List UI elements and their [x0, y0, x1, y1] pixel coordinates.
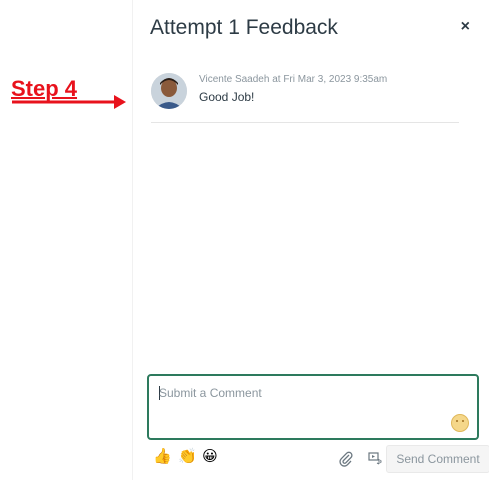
comment-box — [147, 374, 479, 440]
feedback-panel: Attempt 1 Feedback × Vicente Saadeh at F… — [132, 0, 489, 480]
panel-title: Attempt 1 Feedback — [150, 16, 338, 39]
comment-text: Good Job! — [199, 90, 255, 104]
emoji-picker-icon[interactable] — [451, 414, 469, 432]
close-button[interactable]: × — [461, 18, 470, 36]
comment-item: Vicente Saadeh at Fri Mar 3, 2023 9:35am… — [151, 70, 459, 123]
clapping-emoji-button[interactable]: 👏 — [178, 448, 197, 466]
avatar — [151, 73, 187, 109]
media-comment-icon[interactable] — [368, 451, 382, 465]
comment-toolbar: 👍 👏 😀 Send Comment — [151, 445, 489, 473]
thumbs-up-emoji-button[interactable]: 👍 — [153, 448, 172, 466]
comment-meta: Vicente Saadeh at Fri Mar 3, 2023 9:35am — [199, 74, 388, 85]
comment-input[interactable] — [159, 386, 439, 426]
paperclip-icon[interactable] — [339, 451, 353, 467]
step-arrow-icon — [12, 95, 126, 109]
send-comment-button[interactable]: Send Comment — [386, 445, 489, 473]
smile-emoji-button[interactable]: 😀 — [201, 448, 219, 466]
